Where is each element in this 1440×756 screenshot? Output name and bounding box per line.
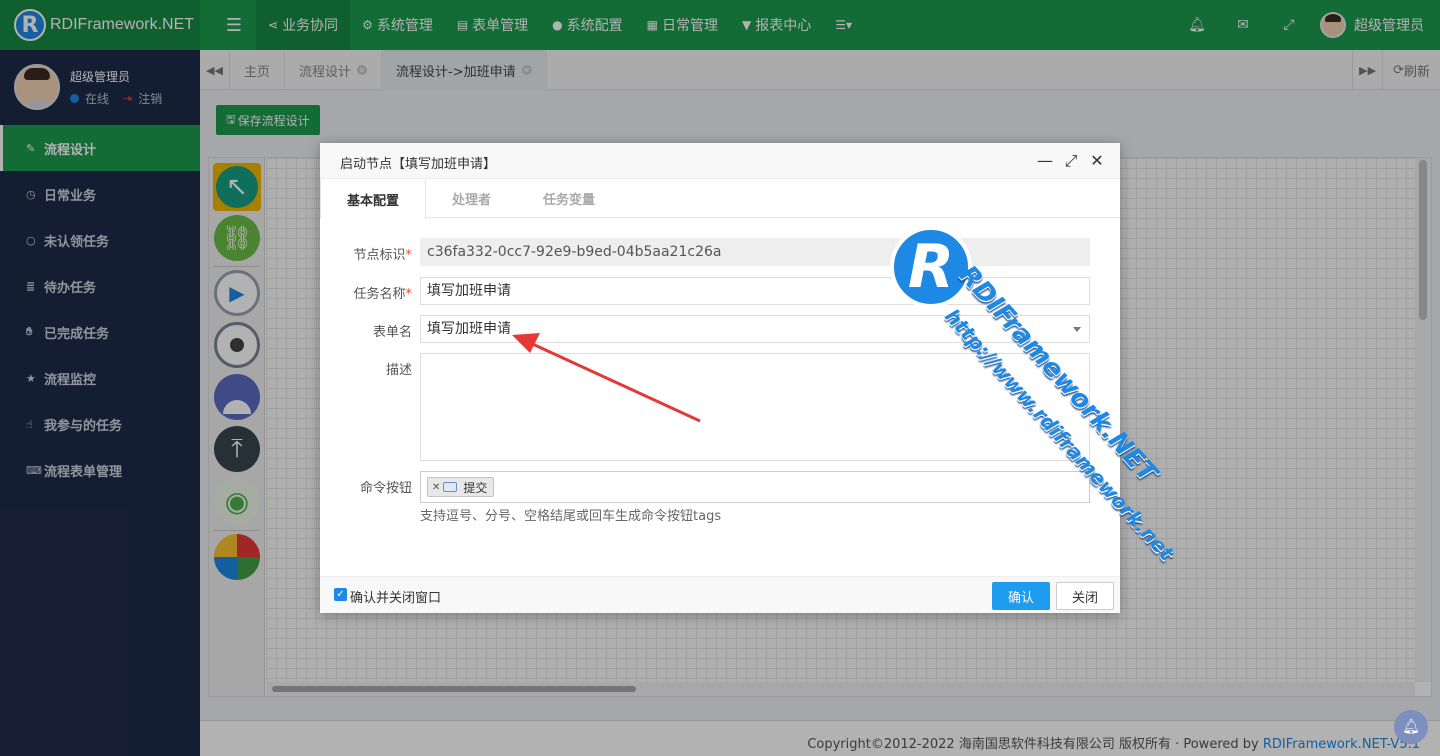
tab-basic-config[interactable]: 基本配置 [320,179,427,219]
tab-handler[interactable]: 处理者 [426,179,517,218]
command-buttons-label: 命令按钮 [359,481,412,496]
task-name-field[interactable]: 填写加班申请 [420,277,1090,305]
node-id-field[interactable]: c36fa332-0cc7-92e9-b9ed-04b5aa21c26a [420,238,1090,266]
task-name-label: 任务名称* [320,283,412,302]
dialog-tabs: 基本配置 处理者 任务变量 [320,179,1120,219]
node-config-dialog: 启动节点【填写加班申请】 — ⤢ ✕ 基本配置 处理者 任务变量 节点标识* c… [320,143,1120,613]
minimize-icon[interactable]: — [1032,151,1058,171]
node-id-label: 节点标识* [320,244,412,263]
chat-bell-icon[interactable]: 🔔︎ [1394,710,1428,744]
form-name-select[interactable]: 填写加班申请 [420,315,1090,343]
button-icon [443,482,458,492]
description-label: 描述 [385,363,412,378]
command-help-text: 支持逗号、分号、空格结尾或回车生成命令按钮tags [420,509,722,524]
form-name-label: 表单名 [372,325,412,340]
close-icon[interactable]: ✕ [1084,151,1110,171]
dialog-body: 节点标识* c36fa332-0cc7-92e9-b9ed-04b5aa21c2… [320,218,1120,576]
form-name-value: 填写加班申请 [427,321,511,337]
required-mark: * [405,287,413,302]
tab-task-variables[interactable]: 任务变量 [517,179,621,218]
tag-remove-icon[interactable]: ✕ [432,482,440,493]
dialog-header: 启动节点【填写加班申请】 — ⤢ ✕ [320,143,1120,179]
label-text: 任务名称 [353,287,406,302]
confirm-close-checkbox[interactable]: ✓ [334,588,347,601]
dialog-title: 启动节点【填写加班申请】 [340,157,497,172]
confirm-button[interactable]: 确认 [992,582,1050,610]
label-text: 节点标识 [353,248,406,263]
dialog-footer: ✓ 确认并关闭窗口 确认 关闭 [320,576,1120,613]
description-textarea[interactable] [420,353,1090,461]
maximize-icon[interactable]: ⤢ [1058,151,1084,171]
tag-label: 提交 [463,480,488,495]
close-button[interactable]: 关闭 [1056,582,1114,610]
required-mark: * [405,248,413,263]
command-tags-input[interactable]: ✕ 提交 [420,471,1090,503]
confirm-close-label[interactable]: 确认并关闭窗口 [350,587,441,606]
dialog-window-controls: — ⤢ ✕ [1032,151,1110,171]
chevron-down-icon [1073,327,1081,332]
command-tag[interactable]: ✕ 提交 [427,477,495,497]
